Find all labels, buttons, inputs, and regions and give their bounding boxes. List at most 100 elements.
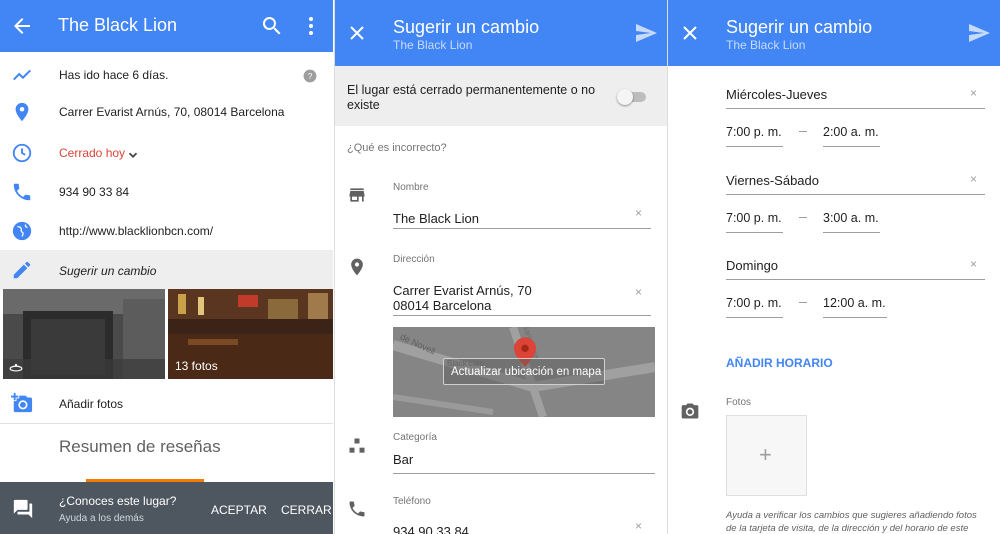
clear-phone-icon[interactable]: × [635, 519, 642, 533]
schedule-days-field[interactable]: Domingo [726, 258, 778, 273]
back-arrow-icon[interactable] [10, 14, 34, 38]
store-icon [349, 188, 365, 202]
suggest-hours-panel: Sugerir un cambio The Black Lion Miércol… [667, 0, 1000, 534]
chevron-down-icon[interactable] [126, 148, 140, 162]
search-icon[interactable] [260, 14, 284, 38]
suggest-app-bar: Sugerir un cambio The Black Lion [335, 0, 667, 66]
address-text: Carrer Evarist Arnús, 70, 08014 Barcelon… [59, 105, 285, 119]
reviews-title: Resumen de reseñas [59, 437, 221, 456]
closed-toggle[interactable] [617, 89, 646, 105]
name-field[interactable]: The Black Lion [393, 211, 479, 226]
help-icon[interactable]: ? [303, 69, 317, 83]
toggle-thumb [617, 89, 633, 105]
hours-row[interactable]: Cerrado hoy [0, 135, 333, 173]
add-photos-row[interactable]: Añadir fotos [0, 383, 333, 423]
divider [0, 423, 333, 424]
name-underline [393, 228, 651, 229]
open-time-field[interactable]: 7:00 p. m. [726, 125, 782, 139]
schedule-days-field[interactable]: Viernes-Sábado [726, 173, 819, 188]
location-pin-icon [15, 102, 29, 122]
camera-icon [681, 403, 699, 419]
open-time-field[interactable]: 7:00 p. m. [726, 296, 782, 310]
time-separator [799, 302, 807, 303]
update-location-label: Actualizar ubicación en mapa [451, 366, 602, 378]
open-time-underline [726, 232, 783, 233]
time-separator [799, 131, 807, 132]
suggest-subtitle: The Black Lion [393, 38, 473, 52]
suggest-title: Sugerir un cambio [393, 17, 540, 37]
category-field[interactable]: Bar [393, 452, 413, 467]
close-time-field[interactable]: 2:00 a. m. [823, 125, 879, 139]
name-label: Nombre [393, 182, 429, 193]
suggest-edit-text: Sugerir un cambio [59, 264, 157, 278]
time-separator [799, 217, 807, 218]
send-icon[interactable] [634, 21, 658, 45]
photo-count: 13 fotos [175, 359, 218, 373]
location-pin-icon [351, 258, 363, 276]
schedule-days-underline [726, 279, 985, 280]
phone-icon [13, 183, 31, 201]
more-vert-icon[interactable] [299, 14, 323, 38]
open-time-underline [726, 317, 783, 318]
location-map[interactable]: de Novell Black Lion Barcelona Actualiza… [393, 327, 655, 417]
add-photo-tile[interactable]: + [726, 415, 807, 496]
phone-icon [349, 501, 365, 517]
clear-name-icon[interactable]: × [635, 206, 642, 220]
place-title: The Black Lion [58, 15, 178, 35]
remove-schedule-icon[interactable]: × [970, 172, 977, 186]
visited-text: Has ido hace 6 días. [59, 68, 169, 82]
website-text: http://www.blacklionbcn.com/ [59, 224, 214, 238]
address-row[interactable]: Carrer Evarist Arnús, 70, 08014 Barcelon… [0, 94, 333, 132]
schedule-days-underline [726, 108, 985, 109]
add-photo-icon [11, 392, 33, 413]
closed-permanently-text: El lugar está cerrado permanentemente o … [347, 83, 596, 112]
suggest-edit-row[interactable]: Sugerir un cambio [0, 250, 333, 290]
phone-field[interactable]: 934 90 33 84 [393, 524, 469, 534]
open-time-field[interactable]: 7:00 p. m. [726, 211, 782, 225]
address-line1-field[interactable]: Carrer Evarist Arnús, 70 [393, 283, 532, 298]
close-time-underline [823, 232, 880, 233]
plus-icon: + [759, 442, 772, 467]
place-details-panel: The Black Lion Has ido hace 6 días. ? Ca… [0, 0, 333, 534]
globe-icon [12, 221, 32, 241]
photo-help-line2: de la tarjeta de visita, de la dirección… [726, 523, 969, 534]
photo-help-line1: Ayuda a verificar los cambios que sugier… [726, 510, 977, 521]
360-view-icon [9, 363, 23, 372]
schedule-days-underline [726, 194, 985, 195]
remove-schedule-icon[interactable]: × [970, 86, 977, 100]
feedback-icon [13, 499, 33, 519]
photos-label: Fotos [726, 397, 752, 408]
website-row[interactable]: http://www.blacklionbcn.com/ [0, 213, 333, 251]
interior-photo[interactable]: 13 fotos [168, 289, 333, 379]
remove-schedule-icon[interactable]: × [970, 257, 977, 271]
trending-icon [13, 69, 31, 81]
street-view-photo[interactable] [3, 289, 165, 379]
closed-today-text: Cerrado hoy [59, 146, 126, 160]
close-button[interactable]: CERRAR [281, 503, 332, 517]
address-line2-field[interactable]: 08014 Barcelona [393, 298, 491, 313]
category-underline [393, 473, 655, 474]
accept-button[interactable]: ACEPTAR [211, 503, 267, 517]
close-icon[interactable] [678, 21, 702, 45]
add-photos-text: Añadir fotos [59, 397, 124, 411]
phone-label: Teléfono [393, 496, 431, 507]
clear-address-icon[interactable]: × [635, 285, 642, 299]
schedule-days-field[interactable]: Miércoles-Jueves [726, 87, 827, 102]
category-label: Categoría [393, 432, 437, 443]
svg-text:?: ? [308, 72, 313, 81]
clock-icon [12, 143, 32, 163]
phone-text: 934 90 33 84 [59, 185, 130, 199]
close-time-field[interactable]: 12:00 a. m. [823, 296, 886, 310]
phone-row[interactable]: 934 90 33 84 [0, 174, 333, 212]
send-icon[interactable] [967, 21, 991, 45]
update-location-button[interactable]: Actualizar ubicación en mapa [443, 358, 605, 385]
address-label: Dirección [393, 254, 435, 265]
help-others-text: Ayuda a los demás [59, 513, 144, 524]
close-time-field[interactable]: 3:00 a. m. [823, 211, 879, 225]
suggest-edit-panel: Sugerir un cambio The Black Lion El luga… [334, 0, 667, 534]
close-icon[interactable] [345, 21, 369, 45]
what-wrong-label: ¿Qué es incorrecto? [347, 142, 447, 154]
address-underline [393, 315, 651, 316]
suggest-subtitle-2: The Black Lion [726, 38, 806, 52]
add-hours-button[interactable]: AÑADIR HORARIO [726, 356, 833, 370]
